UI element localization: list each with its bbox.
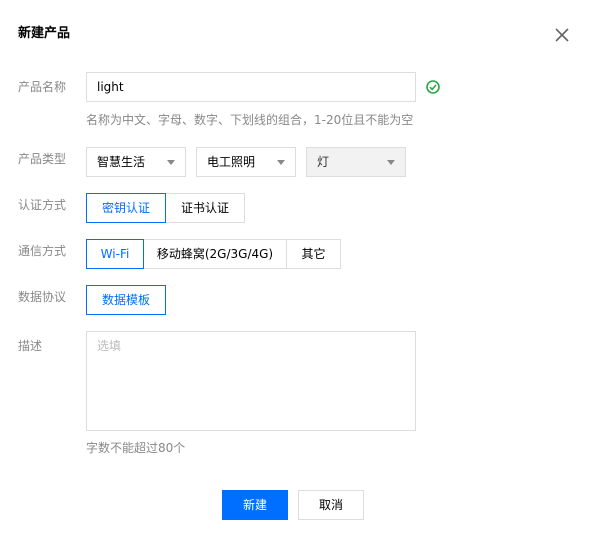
category-select[interactable]: 智慧生活 (86, 147, 186, 177)
comm-label: 通信方式 (18, 244, 67, 258)
product-type-label: 产品类型 (18, 152, 67, 166)
dialog-title: 新建产品 (18, 26, 71, 41)
protocol-label: 数据协议 (18, 290, 67, 304)
cancel-button[interactable]: 取消 (298, 490, 364, 520)
chevron-down-icon (387, 160, 395, 165)
create-button[interactable]: 新建 (222, 490, 288, 520)
auth-label: 认证方式 (18, 198, 67, 212)
product-name-input[interactable]: light (86, 72, 416, 102)
chevron-down-icon (167, 160, 175, 165)
create-product-dialog: 新建产品 产品名称 light 名称为中文、字母、数字、下划线的组合，1-20位… (0, 0, 589, 539)
comm-option-cellular[interactable]: 移动蜂窝(2G/3G/4G) (143, 239, 287, 269)
auth-option-cert[interactable]: 证书认证 (165, 193, 245, 223)
device-type-select-value: 灯 (317, 155, 330, 169)
comm-option-wifi[interactable]: Wi-Fi (86, 239, 144, 269)
subcategory-select[interactable]: 电工照明 (196, 147, 296, 177)
description-label: 描述 (18, 339, 43, 353)
protocol-option-template[interactable]: 数据模板 (86, 285, 166, 315)
category-select-value: 智慧生活 (97, 155, 146, 169)
comm-option-other[interactable]: 其它 (286, 239, 341, 269)
subcategory-select-value: 电工照明 (207, 155, 256, 169)
close-icon[interactable] (553, 26, 571, 44)
product-name-label: 产品名称 (18, 80, 67, 94)
device-type-select[interactable]: 灯 (306, 147, 406, 177)
check-circle-icon (426, 80, 440, 94)
product-name-hint: 名称为中文、字母、数字、下划线的组合，1-20位且不能为空 (86, 113, 414, 127)
description-textarea[interactable]: 选填 (86, 331, 416, 431)
chevron-down-icon (277, 160, 285, 165)
description-hint: 字数不能超过80个 (86, 441, 186, 455)
auth-option-key[interactable]: 密钥认证 (86, 193, 166, 223)
